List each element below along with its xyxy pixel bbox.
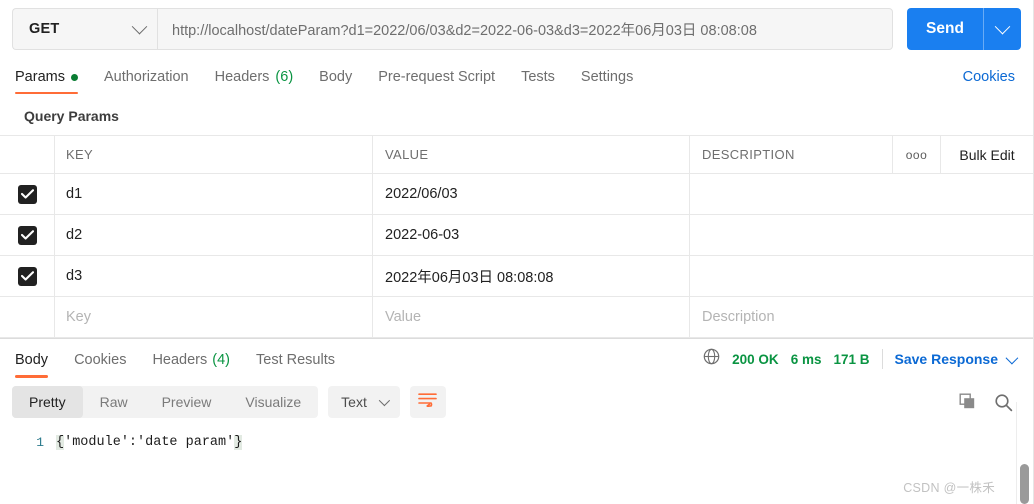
tab-headers-count: (6)	[275, 69, 294, 85]
url-text: http://localhost/dateParam?d1=2022/06/03…	[172, 22, 757, 39]
close-brace: }	[234, 435, 243, 450]
tab-authorization[interactable]: Authorization	[91, 69, 202, 94]
tab-params-label: Params	[15, 69, 65, 85]
new-value-input[interactable]: Value	[385, 309, 421, 325]
code-line: 1 {'module':'date param'}	[0, 435, 1033, 450]
chevron-down-icon	[378, 394, 390, 407]
table-empty-row: Key Value Description	[0, 297, 1033, 338]
url-input[interactable]: http://localhost/dateParam?d1=2022/06/03…	[157, 8, 893, 50]
send-button[interactable]: Send	[907, 8, 983, 50]
row-checkbox[interactable]	[17, 184, 37, 204]
cookies-link[interactable]: Cookies	[963, 69, 1021, 94]
vertical-scrollbar-track[interactable]	[1016, 402, 1033, 504]
code-content: {'module':'date param'}	[56, 435, 243, 450]
globe-icon	[703, 348, 720, 370]
row-checkbox[interactable]	[17, 225, 37, 245]
view-visualize-button[interactable]: Visualize	[228, 386, 318, 418]
row-value[interactable]: 2022-06-03	[385, 227, 459, 243]
table-row: d3 2022年06月03日 08:08:08	[0, 256, 1033, 297]
row-value[interactable]: 2022/06/03	[385, 186, 458, 202]
code-body-text: 'module':'date param'	[64, 435, 235, 450]
view-mode-group: Pretty Raw Preview Visualize	[12, 386, 319, 418]
empty-row-checkbox-cell	[0, 297, 55, 337]
tab-pre-request-script[interactable]: Pre-request Script	[365, 69, 508, 94]
send-options-button[interactable]	[983, 8, 1021, 50]
response-actions	[959, 393, 1021, 412]
tab-authorization-label: Authorization	[103, 69, 189, 85]
row-key[interactable]: d2	[66, 227, 82, 243]
row-key[interactable]: d1	[66, 186, 82, 202]
response-tabs: Body Cookies Headers (4) Test Results 20…	[0, 339, 1033, 379]
search-icon[interactable]	[994, 393, 1013, 412]
tab-body[interactable]: Body	[306, 69, 365, 94]
response-tab-test-results[interactable]: Test Results	[243, 341, 348, 378]
header-key: KEY	[66, 147, 94, 162]
header-value: VALUE	[385, 147, 429, 162]
response-tab-headers-count: (4)	[212, 351, 230, 368]
chevron-down-icon	[994, 18, 1011, 34]
request-tabs: Params Authorization Headers (6) Body Pr…	[0, 58, 1033, 94]
status-code: 200 OK	[732, 351, 779, 367]
status-divider	[881, 349, 883, 369]
save-response-label: Save Response	[894, 351, 999, 367]
chevron-down-icon	[1005, 351, 1019, 364]
header-description: DESCRIPTION	[702, 147, 795, 162]
open-brace: {	[56, 435, 65, 450]
postman-window: GET http://localhost/dateParam?d1=2022/0…	[0, 0, 1034, 504]
line-number: 1	[36, 435, 44, 450]
tab-pre-request-script-label: Pre-request Script	[378, 69, 496, 85]
tab-settings[interactable]: Settings	[568, 69, 646, 94]
response-format-toolbar: Pretty Raw Preview Visualize Text	[0, 379, 1033, 425]
view-pretty-button[interactable]: Pretty	[12, 386, 83, 418]
view-raw-button[interactable]: Raw	[83, 386, 145, 418]
tab-headers[interactable]: Headers (6)	[202, 69, 307, 94]
copy-icon[interactable]	[959, 393, 977, 411]
response-time: 6 ms	[790, 351, 822, 367]
tab-params[interactable]: Params	[12, 69, 91, 94]
response-tab-headers[interactable]: Headers (4)	[139, 341, 243, 378]
row-value[interactable]: 2022年06月03日 08:08:08	[385, 266, 553, 287]
save-response-button[interactable]: Save Response	[894, 351, 1019, 367]
tab-body-label: Body	[319, 69, 353, 85]
response-body-viewer[interactable]: 1 {'module':'date param'}	[0, 425, 1033, 487]
url-bar: GET http://localhost/dateParam?d1=2022/0…	[0, 0, 1033, 58]
tab-headers-label: Headers	[214, 69, 270, 85]
response-tab-body[interactable]: Body	[12, 341, 61, 378]
response-size: 171 B	[833, 351, 870, 367]
tab-settings-label: Settings	[580, 69, 634, 85]
table-header-row: KEY VALUE DESCRIPTION ooo Bulk Edit	[0, 136, 1033, 174]
word-wrap-button[interactable]	[409, 386, 446, 418]
modified-dot-icon	[70, 73, 78, 81]
chevron-down-icon	[131, 18, 148, 34]
http-method-label: GET	[29, 21, 60, 37]
new-key-input[interactable]: Key	[66, 309, 91, 325]
bulk-edit-button[interactable]: Bulk Edit	[959, 147, 1014, 163]
word-wrap-icon	[418, 392, 438, 412]
content-type-label: Text	[341, 394, 367, 410]
http-method-select[interactable]: GET	[12, 8, 157, 50]
response-tab-cookies-label: Cookies	[74, 351, 127, 368]
response-tab-headers-label: Headers	[152, 351, 208, 368]
send-button-group: Send	[907, 8, 1021, 50]
query-params-table: KEY VALUE DESCRIPTION ooo Bulk Edit d1 2…	[0, 135, 1033, 338]
response-tab-body-label: Body	[15, 351, 49, 368]
header-checkbox-cell	[0, 136, 55, 173]
response-tab-cookies[interactable]: Cookies	[61, 341, 139, 378]
tab-tests-label: Tests	[521, 69, 555, 85]
table-row: d1 2022/06/03	[0, 174, 1033, 215]
table-row: d2 2022-06-03	[0, 215, 1033, 256]
content-type-select[interactable]: Text	[328, 386, 400, 418]
response-status-area: 200 OK 6 ms 171 B Save Response	[703, 348, 1021, 370]
query-params-title: Query Params	[24, 108, 119, 124]
response-tab-test-results-label: Test Results	[256, 351, 335, 368]
view-preview-button[interactable]: Preview	[145, 386, 229, 418]
table-options-icon[interactable]: ooo	[906, 148, 928, 162]
row-key[interactable]: d3	[66, 268, 82, 284]
row-checkbox[interactable]	[17, 266, 37, 286]
tab-tests[interactable]: Tests	[508, 69, 568, 94]
new-description-input[interactable]: Description	[702, 309, 775, 325]
vertical-scrollbar-thumb[interactable]	[1020, 464, 1029, 504]
